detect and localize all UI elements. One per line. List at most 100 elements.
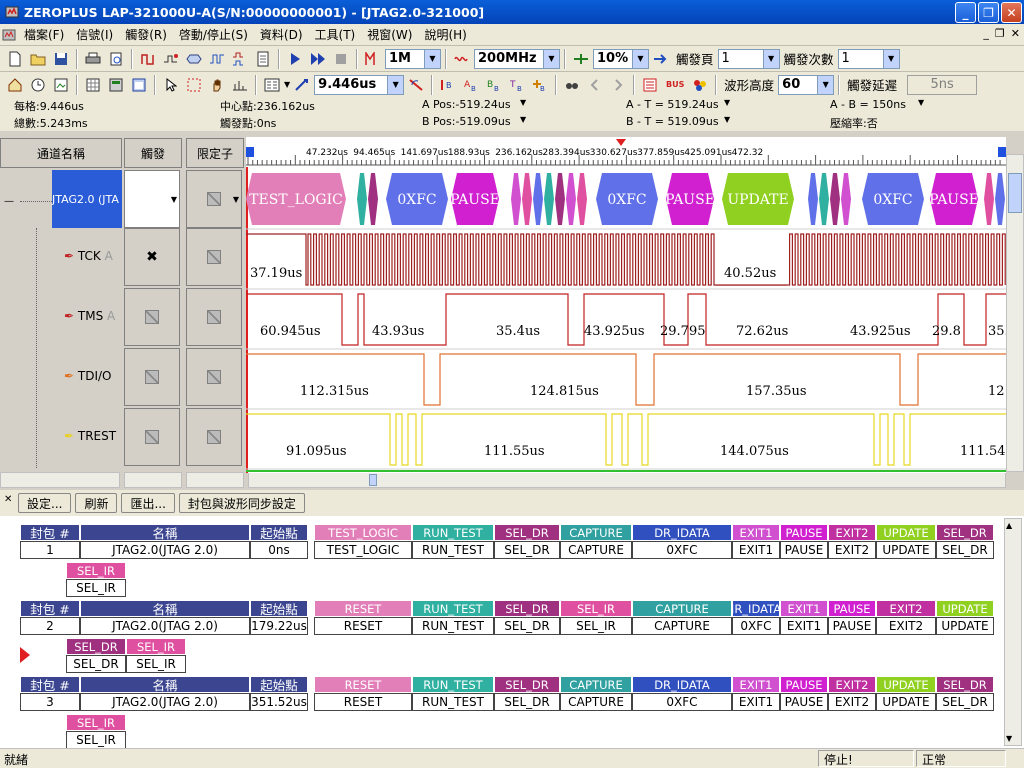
trigger-header[interactable]: 觸發 — [124, 138, 182, 168]
minimize-button[interactable]: _ — [955, 2, 976, 23]
hand-icon[interactable] — [206, 74, 228, 96]
menu-data[interactable]: 資料(D) — [254, 26, 309, 43]
frequency-select[interactable]: 200MHz ▼ — [474, 48, 560, 69]
grid-view-icon[interactable] — [82, 74, 104, 96]
packet-vscroll[interactable]: ▲ ▼ — [1004, 518, 1022, 746]
trigger-cell-tdi[interactable] — [124, 348, 180, 406]
menu-run-stop[interactable]: 啓動/停止(S) — [173, 26, 254, 43]
restore-button[interactable]: ❐ — [978, 2, 999, 23]
channel-tms[interactable]: ✒ TMS A — [64, 309, 115, 323]
run-repeat-icon[interactable] — [307, 48, 329, 70]
bar-ab-icon[interactable]: AB — [460, 74, 482, 96]
trigger-hscroll[interactable] — [124, 472, 182, 488]
trigger-settings-icon[interactable] — [137, 48, 159, 70]
waveform-canvas[interactable]: 47.232us 94.465us 141.697us 188.93us 236.162… — [246, 137, 1006, 473]
clock-icon[interactable] — [27, 74, 49, 96]
display-mode-dropdown[interactable]: ▼ — [284, 80, 290, 89]
menu-file[interactable]: 檔案(F) — [18, 26, 70, 43]
b-pos-dropdown[interactable]: ▼ — [520, 115, 526, 124]
document-icon[interactable] — [252, 48, 274, 70]
b-t-dropdown[interactable]: ▼ — [724, 115, 730, 124]
menu-signal[interactable]: 信號(I) — [70, 26, 119, 43]
color-icon[interactable] — [689, 74, 711, 96]
calculator-icon[interactable] — [105, 74, 127, 96]
print-preview-icon[interactable] — [105, 48, 127, 70]
wave-vscroll[interactable] — [1006, 154, 1024, 472]
wave-hscroll-thumb[interactable] — [369, 474, 377, 486]
qualifier-cell-trest[interactable] — [186, 408, 242, 466]
a-b-dropdown[interactable]: ▼ — [918, 98, 924, 107]
window-layout-icon[interactable] — [128, 74, 150, 96]
wave-vscroll-thumb[interactable] — [1008, 173, 1022, 213]
packet-list[interactable]: 封包 # 名稱 起始點 1 JTAG2.0(JTAG 2.0) 0ns TEST_LOGIC… — [0, 518, 1004, 748]
close-button[interactable]: ✕ — [1001, 2, 1022, 23]
trigger-cell-trest[interactable] — [124, 408, 180, 466]
measure-icon[interactable] — [229, 74, 251, 96]
new-file-icon[interactable] — [4, 48, 26, 70]
qualifier-cell-tms[interactable] — [186, 288, 242, 346]
wave-height-select[interactable]: 60 ▼ — [778, 74, 835, 95]
mdi-restore-button[interactable]: ❐ — [995, 27, 1005, 40]
trigger-cell-bus[interactable]: ▼ — [124, 170, 180, 228]
zoom-reset-icon[interactable] — [405, 74, 427, 96]
export-image-icon[interactable] — [50, 74, 72, 96]
bus-add-icon[interactable] — [183, 48, 205, 70]
trigger-delay-field[interactable]: 5ns — [907, 74, 978, 95]
wave-hscroll[interactable] — [248, 472, 1006, 488]
memory-depth-select[interactable]: 1M ▼ — [385, 48, 441, 69]
zoom-select-icon[interactable] — [183, 74, 205, 96]
signal-group-icon[interactable] — [229, 48, 251, 70]
stop-icon[interactable] — [330, 48, 352, 70]
bus-protocol-icon[interactable] — [639, 74, 661, 96]
search-prev-icon[interactable] — [584, 74, 606, 96]
menu-trigger[interactable]: 觸發(R) — [119, 26, 173, 43]
trigger-count-select[interactable]: 1 ▼ — [837, 48, 900, 69]
bus-button[interactable]: BUS — [662, 74, 688, 96]
channel-tck[interactable]: ✒ TCK A — [64, 249, 113, 263]
channel-tdi[interactable]: ✒ TDI/O — [64, 369, 112, 383]
bar-b-icon[interactable]: BB — [483, 74, 505, 96]
refresh-button[interactable]: 刷新 — [75, 493, 118, 513]
trigger-cell-tms[interactable] — [124, 288, 180, 346]
bar-add-icon[interactable]: B — [529, 74, 551, 96]
mdi-minimize-button[interactable]: _ — [983, 27, 989, 40]
bar-a-icon[interactable]: B — [437, 74, 459, 96]
signal-edit-icon[interactable] — [206, 48, 228, 70]
trigger-cell-tck[interactable]: ✖ — [124, 228, 180, 286]
a-t-dropdown[interactable]: ▼ — [724, 98, 730, 107]
print-icon[interactable] — [82, 48, 104, 70]
search-next-icon[interactable] — [607, 74, 629, 96]
a-pos-dropdown[interactable]: ▼ — [520, 98, 526, 107]
time-per-div-select[interactable]: 9.446us ▼ — [314, 74, 405, 95]
home-icon[interactable] — [4, 74, 26, 96]
channel-name-header[interactable]: 通道名稱 — [0, 138, 122, 168]
qualifier-cell-tdi[interactable] — [186, 348, 242, 406]
qualifier-header[interactable]: 限定子 — [186, 138, 244, 168]
trigger-page-select[interactable]: 1 ▼ — [717, 48, 780, 69]
save-icon[interactable] — [50, 48, 72, 70]
channel-bus-jtag[interactable]: JTAG2.0 (JTA — [52, 170, 122, 228]
panel-close-icon[interactable]: ✕ — [4, 494, 12, 505]
menu-tools[interactable]: 工具(T) — [309, 26, 362, 43]
run-icon[interactable] — [284, 48, 306, 70]
menu-help[interactable]: 說明(H) — [418, 26, 472, 43]
mdi-close-button[interactable]: ✕ — [1011, 27, 1020, 40]
qualifier-cell-tck[interactable] — [186, 228, 242, 286]
channel-hscroll[interactable] — [0, 472, 120, 488]
export-button[interactable]: 匯出... — [121, 493, 175, 513]
qualifier-hscroll[interactable] — [186, 472, 244, 488]
search-icon[interactable] — [561, 74, 583, 96]
packet-state-header: RUN_TEST — [412, 600, 494, 617]
trigger-position-select[interactable]: 10% ▼ — [593, 48, 649, 69]
pointer-icon[interactable] — [160, 74, 182, 96]
bar-t-icon[interactable]: TB — [506, 74, 528, 96]
channel-trest[interactable]: ✒ TREST — [64, 429, 116, 443]
collapse-icon[interactable]: — — [4, 196, 14, 207]
qualifier-cell-bus[interactable]: ▼ — [186, 170, 242, 228]
display-mode-icon[interactable] — [261, 74, 283, 96]
settings-button[interactable]: 設定... — [18, 493, 72, 513]
menu-window[interactable]: 視窗(W) — [361, 26, 418, 43]
channel-add-icon[interactable] — [160, 48, 182, 70]
open-folder-icon[interactable] — [27, 48, 49, 70]
sync-settings-button[interactable]: 封包與波形同步設定 — [178, 493, 305, 513]
